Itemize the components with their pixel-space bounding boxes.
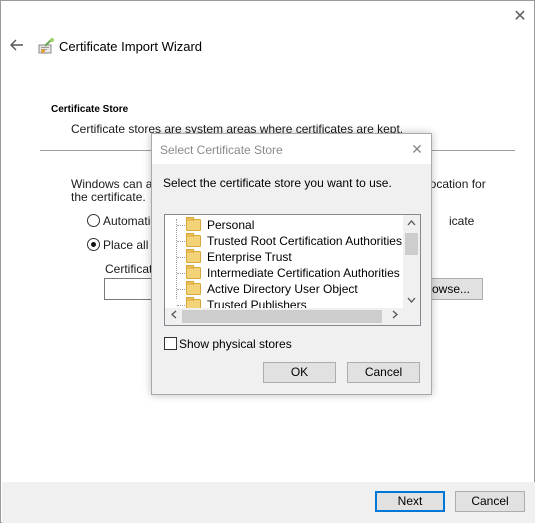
tree-branch (177, 273, 185, 274)
back-arrow-icon[interactable] (7, 35, 27, 55)
dialog-titlebar: Select Certificate Store ✕ (152, 134, 431, 164)
wizard-footer: Next Cancel (2, 482, 535, 523)
tree-item-active-directory[interactable]: Active Directory User Object (165, 281, 405, 297)
certificate-wizard-icon (37, 37, 55, 55)
section-title: Certificate Store (51, 104, 129, 115)
show-physical-stores-checkbox[interactable] (164, 337, 177, 350)
tree-item-label: Trusted Root Certification Authorities (207, 234, 402, 248)
vertical-scroll-thumb[interactable] (405, 233, 418, 255)
scroll-down-icon[interactable] (403, 292, 420, 308)
store-instructions-end: location for (427, 177, 486, 191)
tree-branch (177, 257, 185, 258)
dialog-close-button[interactable]: ✕ (408, 140, 426, 158)
tree-item-enterprise-trust[interactable]: Enterprise Trust (165, 249, 405, 265)
store-instructions-line2: the certificate. (71, 190, 146, 204)
dialog-title: Select Certificate Store (160, 143, 283, 157)
certificate-import-wizard-window: ✕ Certificate Import Wizard Certificate … (0, 0, 535, 523)
select-certificate-store-dialog: Select Certificate Store ✕ Select the ce… (151, 133, 432, 395)
scrollbar-corner (403, 308, 420, 325)
cancel-button[interactable]: Cancel (455, 491, 525, 512)
radio-automatic-label: Automatic (103, 214, 157, 228)
tree-branch (177, 241, 185, 242)
folder-icon (186, 281, 201, 295)
scroll-right-icon[interactable] (386, 308, 403, 325)
vertical-scrollbar[interactable] (403, 215, 420, 308)
tree-item-label: Intermediate Certification Authorities (207, 266, 400, 280)
folder-icon (186, 233, 201, 247)
radio-automatic-store[interactable] (87, 214, 100, 227)
show-physical-stores-label[interactable]: Show physical stores (179, 337, 292, 351)
ok-button[interactable]: OK (263, 362, 336, 383)
dialog-prompt: Select the certificate store you want to… (163, 176, 392, 190)
folder-icon (186, 249, 201, 263)
tree-item-trusted-root[interactable]: Trusted Root Certification Authorities (165, 233, 405, 249)
window-close-button[interactable]: ✕ (510, 7, 530, 27)
horizontal-scroll-thumb[interactable] (182, 310, 382, 323)
certificate-store-tree[interactable]: Personal Trusted Root Certification Auth… (164, 214, 421, 326)
tree-item-label: Personal (207, 218, 255, 232)
store-instructions-start: Windows can au (71, 177, 160, 191)
horizontal-scrollbar[interactable] (165, 308, 403, 325)
tree-item-personal[interactable]: Personal (165, 217, 405, 233)
tree-item-label: Enterprise Trust (207, 250, 292, 264)
folder-icon (186, 265, 201, 279)
scroll-up-icon[interactable] (403, 215, 420, 231)
radio-place-all-certificates[interactable] (87, 238, 100, 251)
tree-item-intermediate[interactable]: Intermediate Certification Authorities (165, 265, 405, 281)
tree-branch (177, 225, 185, 226)
tree-item-label: Active Directory User Object (207, 282, 358, 296)
scroll-left-icon[interactable] (165, 308, 182, 325)
next-button[interactable]: Next (375, 491, 445, 512)
folder-icon (186, 217, 201, 231)
dialog-cancel-button[interactable]: Cancel (347, 362, 420, 383)
tree-branch (177, 289, 185, 290)
certificate-store-field[interactable] (104, 278, 154, 300)
radio-automatic-label-end: icate (449, 214, 475, 228)
wizard-title: Certificate Import Wizard (59, 39, 203, 54)
tree-branch (177, 305, 185, 306)
